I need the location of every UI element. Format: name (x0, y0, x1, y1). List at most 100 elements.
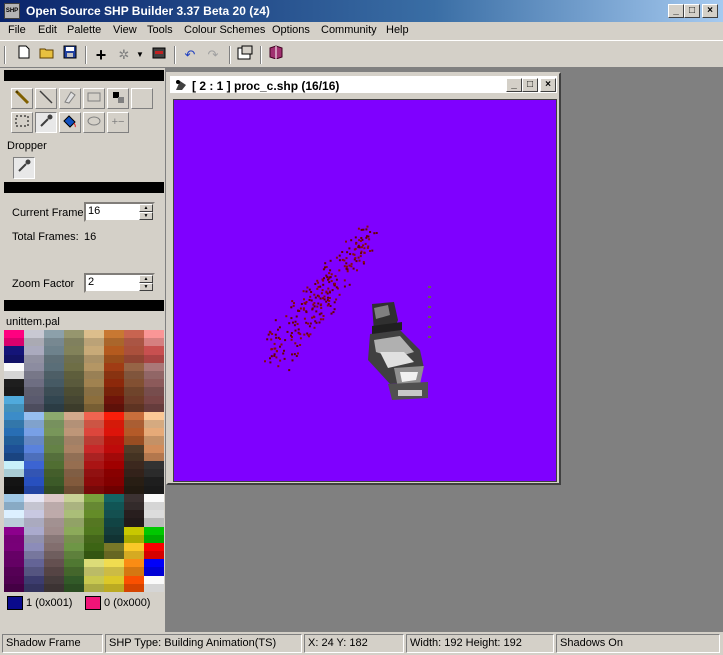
palette-cell[interactable] (104, 452, 124, 461)
new-file-icon[interactable] (14, 45, 34, 65)
palette-cell[interactable] (44, 370, 64, 380)
palette-cell[interactable] (84, 436, 104, 445)
palette-cell[interactable] (84, 583, 104, 592)
palette-cell[interactable] (144, 452, 164, 461)
palette-cell[interactable] (84, 370, 104, 380)
palette-cell[interactable] (124, 330, 144, 339)
palette-cell[interactable] (4, 485, 24, 494)
palette-cell[interactable] (84, 542, 104, 552)
palette-cell[interactable] (24, 551, 44, 560)
palette-cell[interactable] (84, 411, 104, 421)
redo-icon[interactable]: ↷ (203, 45, 223, 65)
palette-cell[interactable] (124, 403, 144, 412)
palette-cell[interactable] (64, 428, 84, 437)
palette-cell[interactable] (84, 387, 104, 396)
document-close-button[interactable]: × (540, 78, 556, 92)
palette-cell[interactable] (4, 444, 24, 453)
palette-cell[interactable] (124, 420, 144, 429)
palette-cell[interactable] (124, 583, 144, 592)
palette-cell[interactable] (4, 534, 24, 543)
menu-colour-schemes[interactable]: Colour Schemes (184, 24, 265, 36)
palette-cell[interactable] (24, 387, 44, 396)
stepper-up-icon[interactable]: ▲ (139, 204, 153, 212)
preview-icon[interactable] (149, 45, 169, 65)
palette-cell[interactable] (144, 330, 164, 339)
palette-cell[interactable] (84, 330, 104, 339)
palette-cell[interactable] (104, 583, 124, 592)
palette-cell[interactable] (84, 485, 104, 494)
palette-cell[interactable] (44, 518, 64, 527)
menu-palette[interactable]: Palette (67, 24, 101, 36)
palette-cell[interactable] (104, 567, 124, 576)
palette-cell[interactable] (44, 477, 64, 486)
palette-cell[interactable] (4, 395, 24, 404)
palette-cell[interactable] (84, 567, 104, 576)
palette-cell[interactable] (44, 403, 64, 412)
palette-cell[interactable] (124, 428, 144, 437)
palette-cell[interactable] (24, 444, 44, 453)
palette-cell[interactable] (24, 534, 44, 543)
palette-grid[interactable] (4, 330, 164, 592)
palette-cell[interactable] (104, 354, 124, 363)
palette-cell[interactable] (4, 461, 24, 470)
palette-cell[interactable] (64, 370, 84, 380)
palette-cell[interactable] (64, 338, 84, 347)
palette-cell[interactable] (104, 346, 124, 355)
palette-cell[interactable] (84, 534, 104, 543)
document-maximize-button[interactable]: □ (522, 78, 538, 92)
palette-cell[interactable] (144, 518, 164, 527)
palette-cell[interactable] (144, 510, 164, 519)
palette-cell[interactable] (104, 370, 124, 380)
palette-cell[interactable] (124, 461, 144, 470)
palette-cell[interactable] (64, 583, 84, 592)
palette-cell[interactable] (4, 510, 24, 519)
palette-cell[interactable] (44, 493, 64, 502)
palette-cell[interactable] (24, 510, 44, 519)
palette-cell[interactable] (104, 469, 124, 478)
palette-cell[interactable] (44, 379, 64, 388)
palette-cell[interactable] (104, 362, 124, 371)
close-button[interactable]: × (702, 4, 718, 18)
current-frame-stepper[interactable]: 16 ▲ ▼ (84, 202, 155, 222)
palette-cell[interactable] (44, 387, 64, 396)
palette-cell[interactable] (104, 485, 124, 494)
palette-cell[interactable] (64, 461, 84, 470)
palette-cell[interactable] (64, 559, 84, 568)
palette-cell[interactable] (24, 330, 44, 339)
palette-cell[interactable] (4, 493, 24, 502)
palette-cell[interactable] (44, 534, 64, 543)
palette-cell[interactable] (64, 354, 84, 363)
palette-cell[interactable] (124, 354, 144, 363)
palette-cell[interactable] (44, 501, 64, 511)
palette-cell[interactable] (24, 436, 44, 445)
palette-cell[interactable] (64, 362, 84, 371)
palette-cell[interactable] (24, 477, 44, 486)
menu-edit[interactable]: Edit (38, 24, 57, 36)
pencil-tool-icon[interactable] (11, 88, 33, 109)
palette-cell[interactable] (84, 559, 104, 568)
palette-cell[interactable] (44, 583, 64, 592)
palette-cell[interactable] (44, 510, 64, 519)
line-tool-icon[interactable] (35, 88, 57, 109)
palette-cell[interactable] (44, 575, 64, 584)
effects-icon[interactable]: ✲ (114, 45, 134, 65)
palette-cell[interactable] (24, 575, 44, 584)
palette-cell[interactable] (4, 436, 24, 445)
palette-cell[interactable] (44, 420, 64, 429)
stepper-down-icon[interactable]: ▼ (139, 212, 153, 220)
palette-cell[interactable] (104, 493, 124, 502)
palette-cell[interactable] (84, 403, 104, 412)
palette-cell[interactable] (104, 551, 124, 560)
stepper-arrows[interactable]: ▲ ▼ (139, 204, 153, 220)
chevron-down-icon[interactable]: ▼ (134, 45, 146, 65)
palette-cell[interactable] (44, 461, 64, 470)
palette-cell[interactable] (84, 510, 104, 519)
maximize-button[interactable]: □ (684, 4, 700, 18)
palette-cell[interactable] (144, 387, 164, 396)
palette-cell[interactable] (64, 444, 84, 453)
palette-cell[interactable] (84, 526, 104, 535)
palette-cell[interactable] (4, 362, 24, 371)
palette-cell[interactable] (44, 444, 64, 453)
palette-cell[interactable] (84, 362, 104, 371)
palette-cell[interactable] (124, 346, 144, 355)
